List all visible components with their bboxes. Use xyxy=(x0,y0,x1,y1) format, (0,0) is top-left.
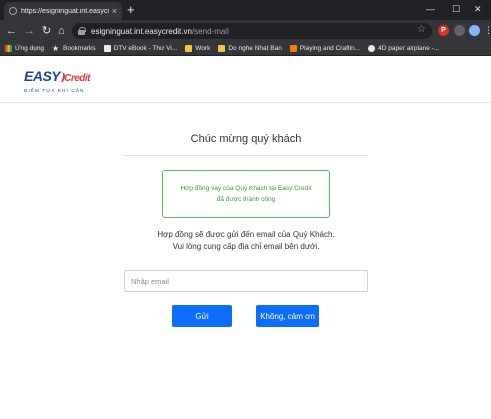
browser-tab-strip: https://esigninguat.int.easycredit × + —… xyxy=(0,0,491,20)
no-thanks-button[interactable]: Không, cảm ơn xyxy=(256,305,319,327)
url-path: /send-mail xyxy=(191,26,229,36)
bookmark-label: Bookmarks xyxy=(63,45,96,52)
lock-icon[interactable] xyxy=(78,27,86,35)
bookmark-paper-airplane[interactable]: 4D paper airplane -... xyxy=(368,45,439,52)
reload-icon[interactable]: ↻ xyxy=(42,23,51,39)
bookmark-label: DTV eBook - Thư Vi... xyxy=(113,45,178,52)
alert-line-2: đã được thành công xyxy=(216,196,276,203)
bookmark-label: Playing and Craftin... xyxy=(299,45,361,52)
tab-close-icon[interactable]: × xyxy=(112,6,117,16)
bookmark-label: Work xyxy=(195,45,211,52)
bookmark-playing-crafting[interactable]: Playing and Craftin... xyxy=(289,45,361,52)
address-bar[interactable]: esigninguat.int.easycredit.vn/send-mail … xyxy=(72,23,432,39)
bookmarks-bar: Ứng dụng ★ Bookmarks DTV eBook - Thư Vi.… xyxy=(0,42,491,56)
page-icon xyxy=(103,45,111,52)
send-button[interactable]: Gửi xyxy=(172,305,232,327)
email-field[interactable] xyxy=(124,270,368,292)
home-icon[interactable]: ⌂ xyxy=(58,23,65,39)
site-header: EASY Credit ĐIỂM TỰA KHI CẦN xyxy=(0,57,491,103)
bookmark-apps[interactable]: Ứng dụng xyxy=(5,45,44,52)
extension-icon[interactable] xyxy=(454,25,465,36)
easy-credit-logo[interactable]: EASY Credit ĐIỂM TỰA KHI CẦN xyxy=(24,68,91,93)
back-arrow-icon[interactable]: ← xyxy=(6,23,17,39)
bookmark-dtv-ebook[interactable]: DTV eBook - Thư Vi... xyxy=(103,45,178,52)
minimize-button[interactable]: — xyxy=(426,2,435,16)
browser-toolbar: ← → ↻ ⌂ esigninguat.int.easycredit.vn/se… xyxy=(0,20,491,42)
logo-wordmark: EASY Credit xyxy=(24,68,91,86)
blogger-icon xyxy=(289,45,297,52)
folder-icon xyxy=(218,45,226,52)
maximize-button[interactable]: ☐ xyxy=(452,2,460,16)
logo-easy: EASY xyxy=(24,68,61,84)
bookmark-label: Ứng dụng xyxy=(15,45,45,52)
browser-tab[interactable]: https://esigninguat.int.easycredit × xyxy=(4,2,122,20)
url-host: esigninguat.int.easycredit.vn xyxy=(91,26,192,36)
loading-icon xyxy=(9,7,17,15)
star-icon: ★ xyxy=(52,44,60,53)
logo-tagline: ĐIỂM TỰA KHI CẦN xyxy=(24,88,85,93)
page-title: Chúc mừng quý khách xyxy=(190,133,302,145)
bookmark-label: Do nghe Nhat Ban xyxy=(228,45,282,52)
bookmark-bookmarks[interactable]: ★ Bookmarks xyxy=(52,44,96,53)
success-alert: Hợp đồng vay của Quý Khách tại Easy Cred… xyxy=(162,170,330,218)
info-line-1: Hợp đồng sẽ được gửi đến email của Quý K… xyxy=(157,230,335,239)
forward-arrow-icon[interactable]: → xyxy=(24,23,35,39)
bookmark-do-nghe[interactable]: Do nghe Nhat Ban xyxy=(218,45,282,52)
alert-line-1: Hợp đồng vay của Quý Khách tại Easy Cred… xyxy=(180,185,312,192)
info-line-2: Vui lòng cung cấp địa chỉ email bên dưới… xyxy=(172,242,320,251)
logo-credit: Credit xyxy=(64,73,91,84)
info-text: Hợp đồng sẽ được gửi đến email của Quý K… xyxy=(124,229,368,253)
bookmark-star-icon[interactable]: ☆ xyxy=(417,24,426,35)
globe-icon xyxy=(368,45,376,52)
tab-title: https://esigninguat.int.easycredit xyxy=(21,7,109,15)
apps-icon xyxy=(5,45,12,52)
bookmark-label: 4D paper airplane -... xyxy=(378,45,440,52)
pinterest-extension-icon[interactable]: P xyxy=(438,25,449,36)
browser-menu-icon[interactable]: ⋮ xyxy=(484,25,491,36)
title-divider xyxy=(124,155,368,156)
folder-icon xyxy=(185,45,193,52)
new-tab-button[interactable]: + xyxy=(127,3,135,17)
profile-avatar[interactable] xyxy=(469,25,480,36)
bookmark-work[interactable]: Work xyxy=(185,45,210,52)
close-window-button[interactable]: ✕ xyxy=(474,2,482,16)
